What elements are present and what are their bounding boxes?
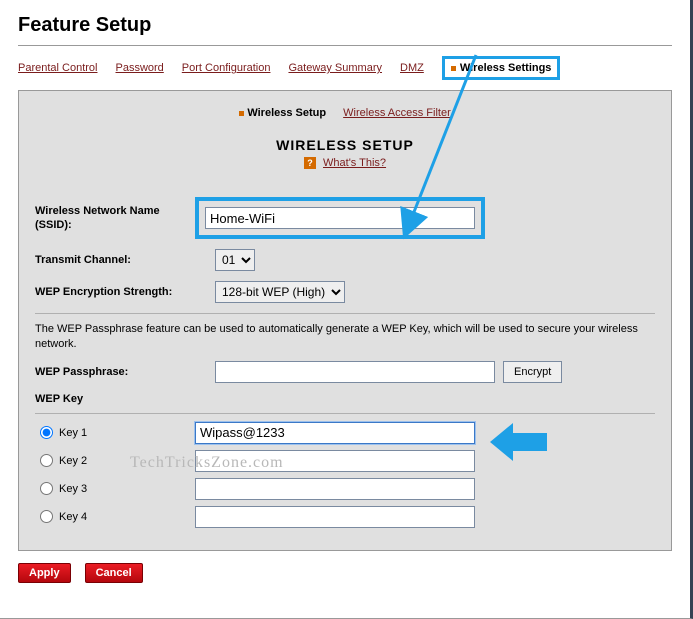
apply-button[interactable]: Apply	[18, 563, 71, 583]
row-key2: Key 2	[35, 450, 655, 472]
tab-gateway-summary[interactable]: Gateway Summary	[288, 62, 382, 74]
section-heading: WIRELESS SETUP	[35, 137, 655, 153]
whats-this-link[interactable]: What's This?	[323, 157, 386, 169]
wep-key-header: WEP Key	[35, 393, 655, 405]
key2-radio[interactable]	[40, 454, 53, 467]
action-buttons: Apply Cancel	[18, 563, 672, 583]
label-ssid: Wireless Network Name (SSID):	[35, 204, 195, 233]
subtab-wireless-setup[interactable]: Wireless Setup	[247, 107, 326, 119]
ssid-highlight-box	[195, 197, 485, 239]
row-channel: Transmit Channel: 01	[35, 249, 655, 271]
label-wep-passphrase: WEP Passphrase:	[35, 365, 195, 379]
row-wep-passphrase: WEP Passphrase: Encrypt	[35, 361, 655, 383]
settings-panel: Wireless Setup Wireless Access Filter WI…	[18, 90, 672, 551]
tab-parental-control[interactable]: Parental Control	[18, 62, 98, 74]
subtab-wireless-access-filter[interactable]: Wireless Access Filter	[343, 107, 451, 119]
key1-radio[interactable]	[40, 426, 53, 439]
section-divider	[35, 313, 655, 314]
label-channel: Transmit Channel:	[35, 253, 195, 267]
top-tabs: Parental Control Password Port Configura…	[18, 54, 672, 90]
whats-this-row: ? What's This?	[35, 157, 655, 169]
label-key2: Key 2	[59, 455, 195, 467]
channel-select[interactable]: 01	[215, 249, 255, 271]
panel-subtabs: Wireless Setup Wireless Access Filter	[35, 107, 655, 119]
heading-divider	[18, 45, 672, 46]
key1-input[interactable]	[195, 422, 475, 444]
page-title: Feature Setup	[18, 14, 672, 37]
key2-input[interactable]	[195, 450, 475, 472]
key3-radio[interactable]	[40, 482, 53, 495]
row-wep-strength: WEP Encryption Strength: 128-bit WEP (Hi…	[35, 281, 655, 303]
ssid-input[interactable]	[205, 207, 475, 229]
tab-dmz[interactable]: DMZ	[400, 62, 424, 74]
tab-wireless-settings[interactable]: Wireless Settings	[460, 62, 552, 74]
tab-port-configuration[interactable]: Port Configuration	[182, 62, 271, 74]
row-ssid: Wireless Network Name (SSID):	[35, 197, 655, 239]
bullet-icon	[239, 111, 244, 116]
tab-wireless-settings-highlight: Wireless Settings	[442, 56, 561, 80]
label-key1: Key 1	[59, 427, 195, 439]
wep-strength-select[interactable]: 128-bit WEP (High)	[215, 281, 345, 303]
row-key4: Key 4	[35, 506, 655, 528]
tab-password[interactable]: Password	[116, 62, 164, 74]
key3-input[interactable]	[195, 478, 475, 500]
encrypt-button[interactable]: Encrypt	[503, 361, 562, 383]
key4-radio[interactable]	[40, 510, 53, 523]
wep-passphrase-input[interactable]	[215, 361, 495, 383]
wep-key-divider	[35, 413, 655, 414]
key4-input[interactable]	[195, 506, 475, 528]
cancel-button[interactable]: Cancel	[85, 563, 143, 583]
label-key3: Key 3	[59, 483, 195, 495]
bullet-icon	[451, 66, 456, 71]
row-key1: Key 1	[35, 422, 655, 444]
label-wep-strength: WEP Encryption Strength:	[35, 285, 195, 299]
row-key3: Key 3	[35, 478, 655, 500]
label-key4: Key 4	[59, 511, 195, 523]
help-icon: ?	[304, 157, 316, 169]
wep-passphrase-help: The WEP Passphrase feature can be used t…	[35, 322, 655, 353]
